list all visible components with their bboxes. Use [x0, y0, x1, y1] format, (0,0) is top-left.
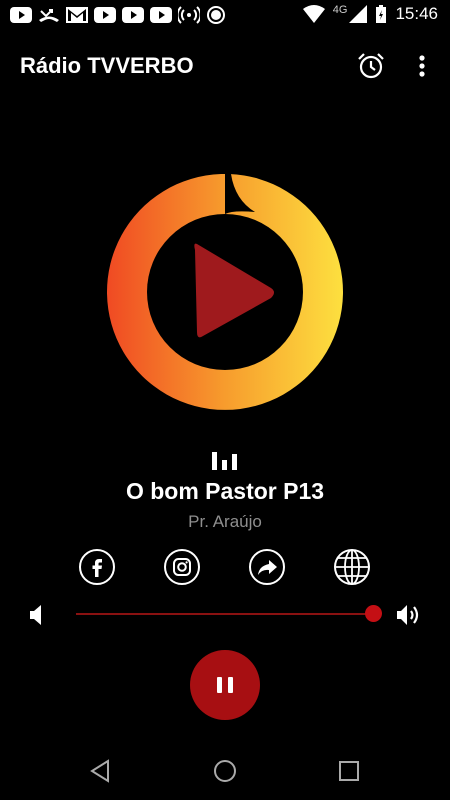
more-options-button[interactable]	[410, 50, 434, 82]
network-type: 4G	[332, 4, 348, 16]
pause-icon	[228, 677, 233, 693]
clock: 15:46	[395, 4, 438, 23]
instagram-button[interactable]	[163, 548, 201, 586]
battery-icon	[376, 5, 387, 23]
volume-slider-track[interactable]	[76, 613, 373, 615]
signal-icon	[349, 5, 368, 23]
volume-control	[0, 598, 450, 632]
facebook-button[interactable]	[78, 548, 116, 586]
alarm-button[interactable]	[355, 50, 387, 82]
pause-icon	[217, 677, 222, 693]
status-bar: 4G 15:46	[0, 0, 450, 32]
back-icon[interactable]	[89, 759, 111, 783]
hotspot-icon	[178, 6, 200, 24]
home-icon[interactable]	[213, 759, 237, 783]
system-nav-bar	[0, 742, 450, 800]
track-title: O bom Pastor P13	[125, 478, 325, 504]
youtube-icon	[122, 7, 144, 23]
app-bar: Rádio TVVERBO	[0, 42, 450, 90]
volume-high-icon	[397, 605, 419, 625]
station-logo[interactable]	[105, 172, 345, 412]
wifi-icon	[302, 5, 325, 23]
volume-slider-thumb[interactable]	[365, 605, 382, 622]
facebook-icon	[79, 549, 115, 585]
youtube-icon	[94, 7, 116, 23]
volume-low-icon	[30, 605, 41, 625]
pause-button[interactable]	[190, 650, 260, 720]
globe-icon	[334, 549, 370, 585]
website-button[interactable]	[333, 548, 371, 586]
app-title: Rádio TVVERBO	[20, 53, 194, 78]
gmail-icon	[66, 7, 88, 23]
instagram-icon	[164, 549, 200, 585]
youtube-icon	[10, 7, 32, 23]
share-button[interactable]	[248, 548, 286, 586]
artist-name: Pr. Araújo	[188, 512, 262, 531]
share-icon	[249, 549, 285, 585]
youtube-icon	[150, 7, 172, 23]
record-icon	[207, 6, 225, 24]
equalizer-icon	[212, 450, 238, 470]
alarm-icon	[358, 53, 384, 79]
recents-icon[interactable]	[338, 760, 360, 782]
more-vert-icon	[419, 55, 425, 77]
missed-call-icon	[39, 9, 59, 22]
